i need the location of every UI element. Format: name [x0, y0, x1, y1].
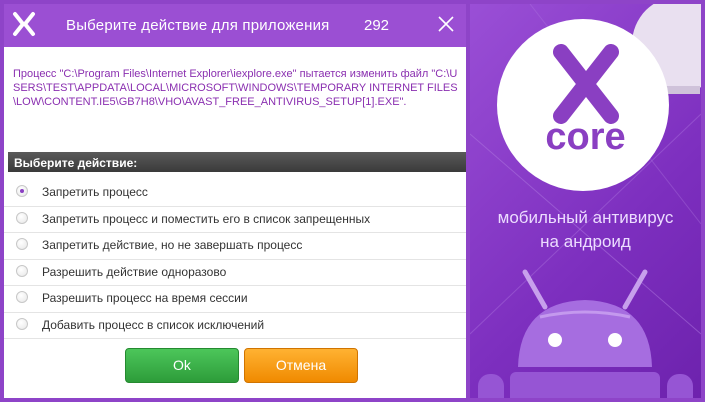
cancel-button[interactable]: Отмена	[244, 348, 358, 383]
option-allow-once[interactable]: Разрешить действие одноразово	[4, 260, 466, 286]
ad-tagline-line1: мобильный антивирус	[497, 208, 674, 227]
radio-button[interactable]	[16, 317, 28, 330]
title-bar: Выберите действие для приложения 292	[4, 4, 466, 47]
option-allow-session[interactable]: Разрешить процесс на время сессии	[4, 286, 466, 313]
close-icon[interactable]	[434, 12, 458, 36]
ad-tagline-line2: на андроид	[540, 232, 631, 251]
option-label: Запретить процесс	[42, 185, 148, 199]
option-label: Разрешить процесс на время сессии	[42, 291, 248, 305]
radio-button[interactable]	[16, 264, 28, 277]
section-label: Выберите действие:	[14, 156, 138, 170]
radio-button[interactable]	[16, 291, 28, 303]
android-robot-icon	[478, 269, 693, 398]
option-block-process[interactable]: Запретить процесс	[4, 180, 466, 207]
advertisement-panel[interactable]: core мобильный антивирус на андроид	[470, 4, 701, 398]
option-block-action-only[interactable]: Запретить действие, но не завершать проц…	[4, 233, 466, 260]
option-label: Разрешить действие одноразово	[42, 264, 227, 279]
ok-button[interactable]: Ok	[125, 348, 239, 383]
action-dialog: Выберите действие для приложения 292 Про…	[4, 4, 466, 398]
option-label: Добавить процесс в список исключений	[42, 317, 265, 332]
brand-name: core	[545, 116, 626, 158]
process-message: Процесс "C:\Program Files\Internet Explo…	[13, 68, 458, 108]
section-header: Выберите действие:	[8, 152, 466, 172]
x-logo-icon	[13, 12, 35, 36]
dialog-title: Выберите действие для приложения	[66, 17, 330, 34]
option-add-exception[interactable]: Добавить процесс в список исключений	[4, 313, 466, 339]
radio-button[interactable]	[16, 185, 28, 197]
option-label: Запретить процесс и поместить его в спис…	[42, 211, 371, 226]
event-count: 292	[364, 17, 390, 34]
option-label: Запретить действие, но не завершать проц…	[42, 238, 303, 252]
window-frame: Выберите действие для приложения 292 Про…	[0, 0, 705, 402]
radio-button[interactable]	[16, 211, 28, 224]
x-logo-icon	[553, 44, 619, 124]
radio-button[interactable]	[16, 238, 28, 250]
action-options: Запретить процесс Запретить процесс и по…	[4, 180, 466, 339]
option-block-and-blacklist[interactable]: Запретить процесс и поместить его в спис…	[4, 207, 466, 233]
